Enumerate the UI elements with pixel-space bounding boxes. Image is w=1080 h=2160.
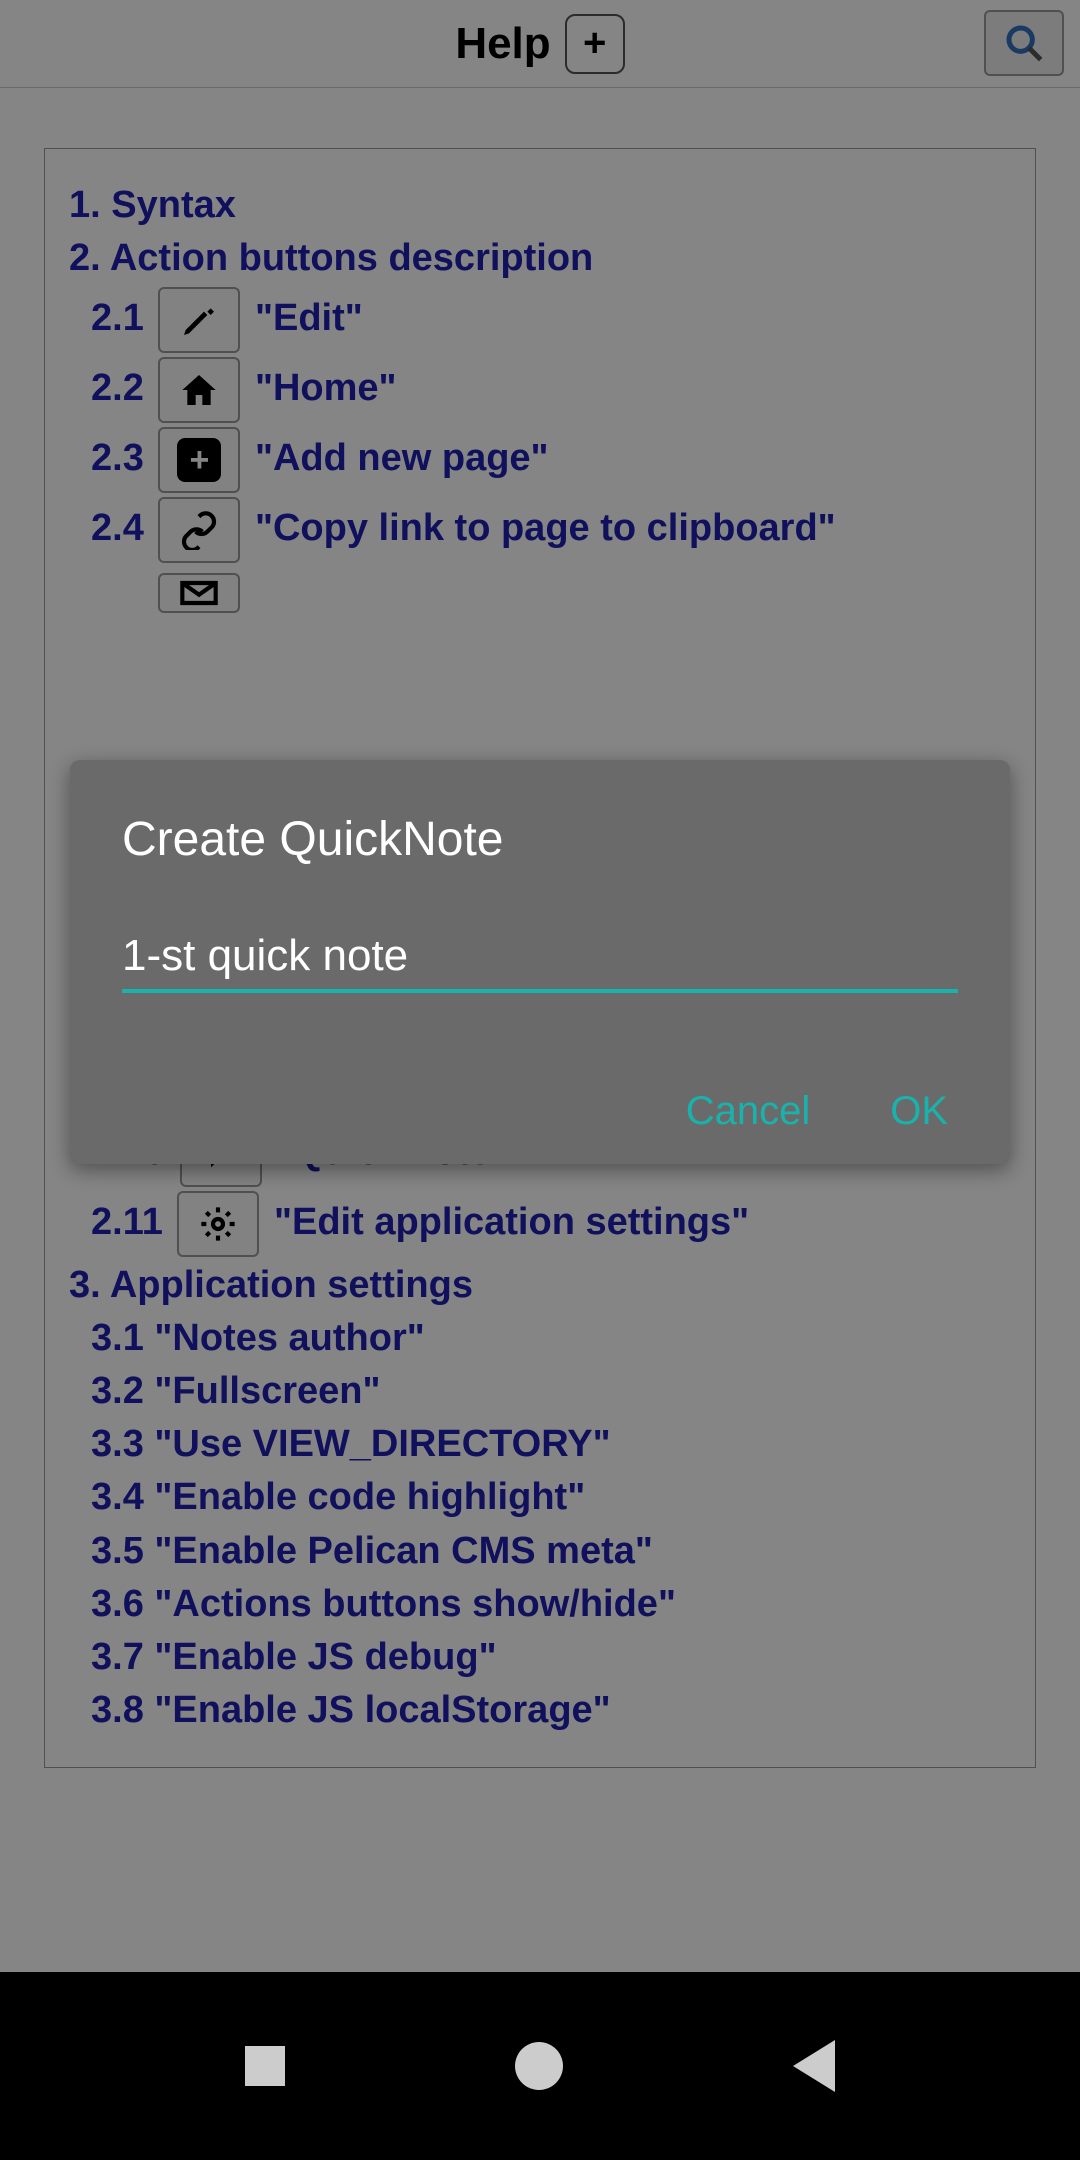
recent-apps-button[interactable] <box>245 2046 285 2086</box>
quicknote-title-input[interactable] <box>122 923 958 993</box>
system-nav-bar <box>0 1972 1080 2160</box>
home-button[interactable] <box>515 2042 563 2090</box>
dialog-title: Create QuickNote <box>122 812 958 867</box>
dialog-actions: Cancel OK <box>122 1089 958 1134</box>
create-quicknote-dialog: Create QuickNote Cancel OK <box>70 760 1010 1164</box>
back-button[interactable] <box>793 2040 835 2092</box>
ok-button[interactable]: OK <box>890 1089 948 1134</box>
cancel-button[interactable]: Cancel <box>686 1089 811 1134</box>
